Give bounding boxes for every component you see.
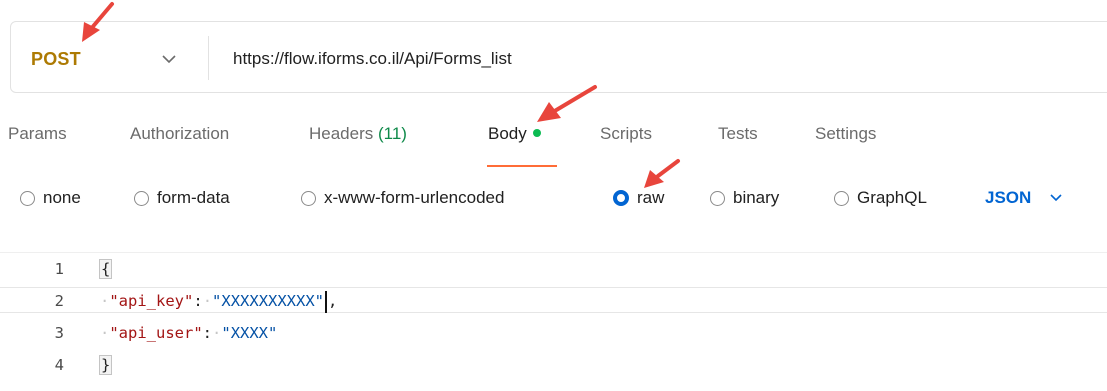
whitespace-dot: · [212,324,222,342]
language-select[interactable]: JSON [985,188,1063,208]
editor-line-current: 2 ·"api_key":·"XXXXXXXXXX", [0,287,1107,313]
radio-icon[interactable] [710,190,725,206]
active-tab-indicator [487,165,557,167]
whitespace-dot: · [202,292,213,310]
editor-divider [0,252,1107,253]
tab-settings[interactable]: Settings [815,124,876,144]
tab-authorization[interactable]: Authorization [130,124,229,144]
text-caret [325,290,328,313]
body-type-none[interactable]: none [20,188,81,208]
line-number: 1 [54,260,64,278]
colon: : [202,324,213,342]
body-type-options: none form-data x-www-form-urlencoded raw… [0,188,1107,216]
code-editor[interactable]: 1 { 2 ·"api_key":·"XXXXXXXXXX", 3 ·"api_… [0,254,1107,391]
line-code: ·"api_user":·"XXXX" [100,320,277,346]
language-label: JSON [985,188,1032,207]
line-number: 2 [54,292,64,310]
line-number: 3 [54,324,64,342]
headers-count-badge: (11) [378,124,407,143]
tab-scripts[interactable]: Scripts [600,124,652,144]
radio-icon[interactable] [301,190,316,206]
line-code: { [98,256,113,282]
body-type-form-data[interactable]: form-data [134,188,230,208]
divider [208,36,209,80]
comma: , [328,292,338,310]
editor-line: 1 { [0,256,1107,282]
whitespace-dot: · [100,292,110,310]
radio-checked-icon[interactable] [613,190,629,206]
option-label: x-www-form-urlencoded [324,188,505,207]
line-code: ·"api_key":·"XXXXXXXXXX", [100,288,337,314]
tab-headers-label: Headers [309,124,374,143]
annotation-arrow-icon [644,159,680,188]
body-type-graphql[interactable]: GraphQL [834,188,927,208]
annotation-arrow-icon [82,2,114,42]
line-number: 4 [54,356,64,374]
radio-icon[interactable] [20,190,35,206]
tab-headers[interactable]: Headers (11) [309,124,407,144]
option-label: GraphQL [857,188,927,207]
annotation-arrow-icon [537,85,597,122]
body-type-binary[interactable]: binary [710,188,779,208]
colon: : [193,292,203,310]
line-code: } [98,352,113,378]
option-label: none [43,188,81,207]
chevron-down-icon [1050,194,1062,202]
json-key: "api_user" [109,324,203,342]
body-type-urlencoded[interactable]: x-www-form-urlencoded [301,188,504,208]
tab-body-label: Body [488,124,527,143]
url-input[interactable]: https://flow.iforms.co.il/Api/Forms_list [233,49,512,69]
editor-line: 4 } [0,352,1107,378]
option-label: form-data [157,188,230,207]
tab-params[interactable]: Params [8,124,67,144]
whitespace-dot: · [100,324,110,342]
radio-icon[interactable] [834,190,849,206]
option-label: binary [733,188,780,207]
json-value: "XXXXXXXXXX" [212,292,325,310]
json-key: "api_key" [109,292,194,310]
open-brace: { [98,259,113,279]
editor-line: 3 ·"api_user":·"XXXX" [0,320,1107,346]
method-select[interactable]: POST [31,49,81,70]
json-value: "XXXX" [221,324,278,342]
radio-icon[interactable] [134,190,149,206]
chevron-down-icon[interactable] [161,52,177,66]
tab-tests[interactable]: Tests [718,124,758,144]
close-brace: } [98,355,113,375]
